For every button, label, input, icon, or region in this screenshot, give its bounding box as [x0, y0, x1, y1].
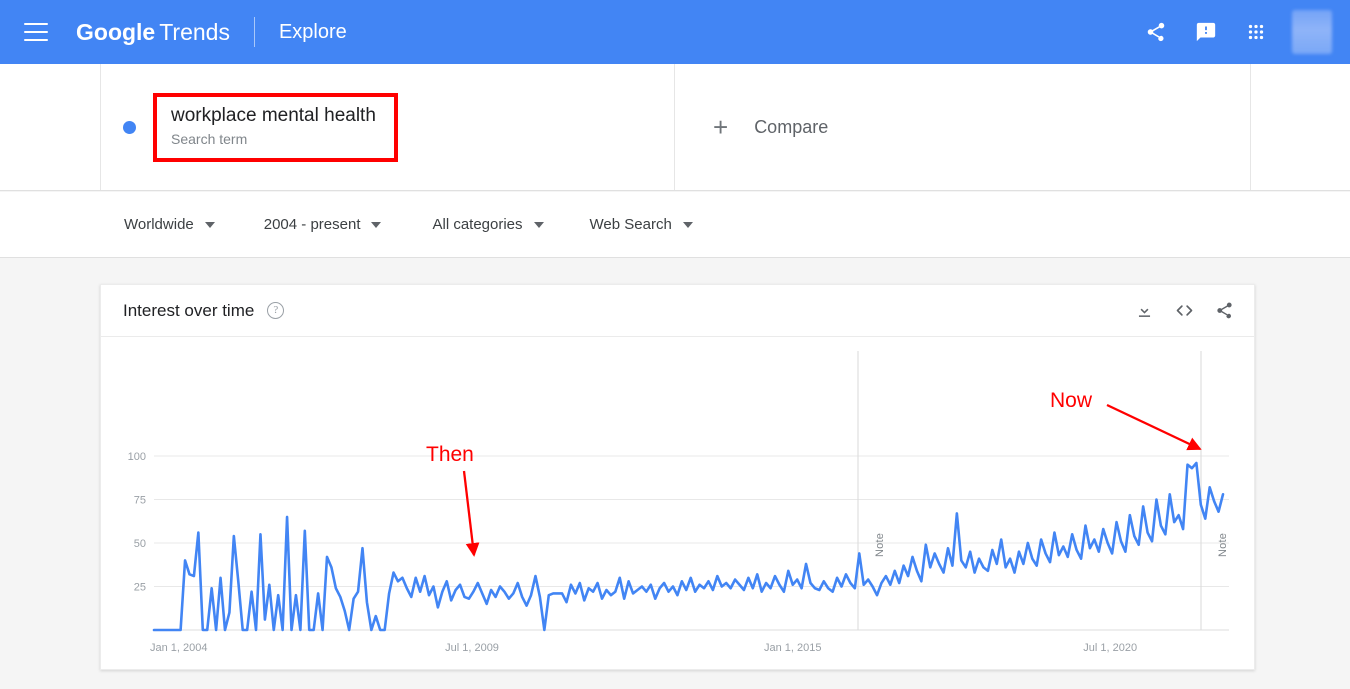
brand-google-label: Google: [76, 18, 156, 45]
filter-bar: Worldwide 2004 - present All categories …: [0, 192, 1350, 258]
x-axis-tick-label: Jan 1, 2004: [150, 642, 208, 654]
search-term-row: workplace mental health Search term + Co…: [0, 64, 1350, 191]
annotation-now-label: Now: [1050, 389, 1093, 412]
help-question-icon[interactable]: ?: [267, 302, 285, 319]
chart-series-line: [152, 461, 1225, 632]
chevron-down-icon: [533, 221, 544, 228]
explore-nav-item[interactable]: Explore: [279, 21, 347, 44]
filter-search-type-label: Web Search: [589, 216, 672, 233]
header-divider: [253, 17, 255, 47]
feedback-icon[interactable]: [1184, 10, 1228, 54]
search-term-value: workplace mental health: [171, 104, 376, 126]
y-axis-tick-label: 75: [134, 495, 146, 507]
right-gutter: [1251, 64, 1350, 190]
hamburger-menu-icon[interactable]: [24, 23, 48, 41]
add-comparison-button[interactable]: + Compare: [675, 64, 1251, 190]
y-axis-tick-label: 25: [134, 582, 146, 594]
x-axis-tick-label: Jul 1, 2020: [1083, 642, 1137, 654]
filter-time-range-label: 2004 - present: [263, 216, 361, 233]
embed-code-icon[interactable]: [1174, 300, 1195, 321]
filter-location[interactable]: Worldwide: [124, 216, 215, 233]
page-title: Interest over time: [123, 300, 255, 320]
note-marker-label[interactable]: Note: [1217, 533, 1229, 557]
filter-category-label: All categories: [432, 216, 523, 233]
search-term-cell: workplace mental health Search term: [101, 64, 675, 190]
x-axis-tick-label: Jan 1, 2015: [764, 642, 822, 654]
left-gutter: [0, 64, 101, 190]
x-axis-tick-label: Jul 1, 2009: [445, 642, 499, 654]
share-icon[interactable]: [1134, 10, 1178, 54]
annotation-then-arrow: [462, 470, 480, 557]
series-color-dot: [123, 120, 136, 134]
search-term-type-label: Search term: [171, 130, 248, 147]
annotation-then-label: Then: [426, 443, 474, 466]
filter-category[interactable]: All categories: [432, 216, 544, 233]
y-axis-tick-label: 100: [128, 451, 146, 463]
card-header: Interest over time ?: [101, 285, 1254, 337]
y-axis-tick-label: 50: [134, 538, 146, 550]
search-term-field[interactable]: workplace mental health Search term: [153, 92, 398, 162]
trends-line-chart[interactable]: 25 50 75 100 Jan 1, 2004 Jul 1, 2009 Jan 1, 20…: [101, 337, 1254, 670]
apps-grid-icon[interactable]: [1234, 10, 1278, 54]
filter-location-label: Worldwide: [124, 216, 194, 233]
note-marker-label[interactable]: Note: [874, 533, 886, 557]
brand-trends-label: Trends: [159, 18, 230, 45]
app-header: Google Trends Explore: [0, 0, 1350, 64]
header-actions: [1134, 10, 1332, 54]
filter-time-range[interactable]: 2004 - present: [264, 216, 382, 233]
compare-label: Compare: [754, 116, 829, 137]
plus-icon: +: [713, 112, 729, 142]
brand-logo[interactable]: Google Trends: [76, 19, 230, 46]
download-icon[interactable]: [1135, 301, 1154, 320]
chevron-down-icon: [204, 221, 215, 228]
share-icon[interactable]: [1215, 301, 1234, 320]
annotation-now-arrow: [1106, 403, 1202, 451]
filter-search-type[interactable]: Web Search: [590, 216, 693, 233]
chevron-down-icon: [682, 221, 693, 228]
chevron-down-icon: [371, 221, 382, 228]
interest-over-time-card: Interest over time ? 25 50 75 100 Jan 1,…: [100, 284, 1255, 670]
card-toolbar: [1135, 300, 1234, 321]
avatar[interactable]: [1292, 10, 1332, 54]
